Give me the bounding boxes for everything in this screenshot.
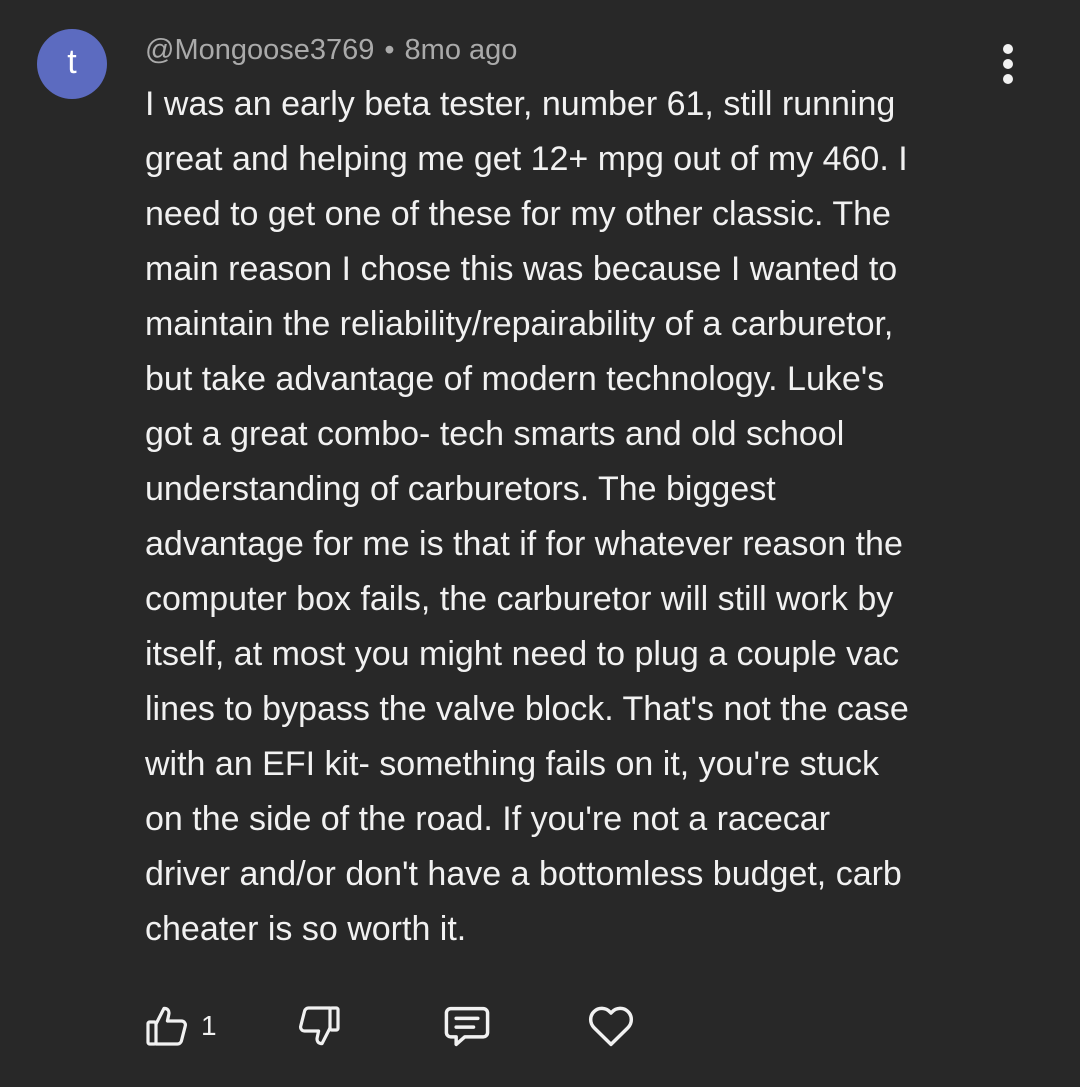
menu-dot — [1003, 44, 1013, 54]
comment-actions: 1 — [143, 1000, 637, 1052]
comment-line: advantage for me is that if for whatever… — [145, 525, 903, 563]
comment-author[interactable]: @Mongoose3769 — [145, 34, 374, 66]
more-vertical-icon[interactable] — [990, 40, 1026, 88]
comment-line: driver and/or don't have a bottomless bu… — [145, 855, 902, 893]
reply-button[interactable] — [441, 1000, 493, 1052]
comment-line: understanding of carburetors. The bigges… — [145, 470, 776, 508]
comment-line: I was an early beta tester, number 61, s… — [145, 85, 896, 123]
meta-separator: • — [384, 34, 395, 66]
comment-line: maintain the reliability/repairability o… — [145, 305, 894, 343]
dislike-button[interactable] — [295, 1002, 343, 1050]
comment-line: got a great combo- tech smarts and old s… — [145, 415, 845, 453]
thumbs-up-icon — [146, 1006, 187, 1046]
menu-dot — [1003, 59, 1013, 69]
comment-line: main reason I chose this was because I w… — [145, 250, 898, 288]
heart-icon — [588, 1006, 633, 1047]
comment-line: cheater is so worth it. — [145, 910, 467, 948]
comment-line: need to get one of these for my other cl… — [145, 195, 891, 233]
comment-meta: @Mongoose3769 • 8mo ago — [145, 28, 1035, 72]
thumbs-down-icon — [298, 1006, 340, 1046]
comment-line: but take advantage of modern technology.… — [145, 360, 885, 398]
comment-line: great and helping me get 12+ mpg out of … — [145, 140, 908, 178]
reply-comment-icon — [444, 1006, 489, 1047]
menu-dot — [1003, 74, 1013, 84]
comment-line: on the side of the road. If you're not a… — [145, 800, 831, 838]
comment-line: itself, at most you might need to plug a… — [145, 635, 900, 673]
comment-line: lines to bypass the valve block. That's … — [145, 690, 909, 728]
heart-button[interactable] — [585, 1000, 637, 1052]
comment-timestamp[interactable]: 8mo ago — [405, 34, 518, 66]
comment-text: I was an early beta tester, number 61, s… — [145, 77, 1035, 957]
comment-line: computer box fails, the carburetor will … — [145, 580, 894, 618]
avatar-letter: t — [67, 43, 77, 81]
like-button[interactable]: 1 — [143, 1002, 217, 1050]
comment-line: with an EFI kit- something fails on it, … — [145, 745, 880, 783]
avatar[interactable]: t — [37, 29, 107, 99]
comment-body: @Mongoose3769 • 8mo ago I was an early bet… — [145, 28, 1035, 957]
like-count: 1 — [201, 1010, 217, 1041]
